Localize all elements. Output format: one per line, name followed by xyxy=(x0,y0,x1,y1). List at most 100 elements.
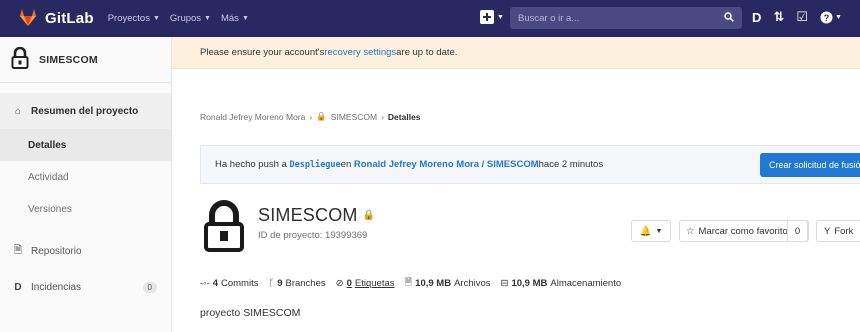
star-count[interactable]: 0 xyxy=(787,220,808,242)
lock-icon: 🔒 xyxy=(362,210,376,221)
project-avatar-lock-icon xyxy=(202,200,246,255)
file-icon: 🗎 xyxy=(404,277,413,288)
commits-label: Commits xyxy=(221,277,259,289)
tag-icon: ⊘ xyxy=(335,277,344,289)
stat-storage[interactable]: ⊟ 10,9 MB Almacenamiento xyxy=(501,278,622,289)
main-content: Please ensure your account's recovery se… xyxy=(172,37,860,332)
fork-icon: Y xyxy=(824,225,831,237)
push-time: hace 2 minutos xyxy=(538,159,604,170)
top-icons: D ⇅ ☑ ? ▼ xyxy=(752,9,842,25)
branches-label: Branches xyxy=(285,277,326,289)
files-label: Archivos xyxy=(454,277,491,289)
sidebar-item-details[interactable]: Detalles xyxy=(0,129,171,161)
chevron-down-icon: ▼ xyxy=(497,13,504,21)
bell-icon: 🔔 xyxy=(639,225,652,237)
stat-branches[interactable]: ᚴ 9 Branches xyxy=(268,278,325,289)
star-label: Marcar como favorito xyxy=(698,225,788,237)
alert-text-before: Please ensure your account's xyxy=(200,47,325,58)
stat-tags[interactable]: ⊘ 0 Etiquetas xyxy=(336,278,395,289)
notification-dropdown[interactable]: 🔔 ▼ xyxy=(631,220,671,242)
project-sidebar: SIMESCOM ⌂ Resumen del proyecto Detalles… xyxy=(0,37,172,332)
breadcrumb-owner[interactable]: Ronald Jefrey Moreno Mora xyxy=(200,112,305,122)
files-size: 10,9 MB xyxy=(415,277,452,289)
nav-more[interactable]: Más ▼ xyxy=(221,13,249,24)
nav-projects[interactable]: Proyectos ▼ xyxy=(108,13,160,24)
recovery-settings-link[interactable]: recovery settings xyxy=(324,47,396,58)
project-title: SIMESCOM 🔒 xyxy=(258,205,375,226)
tags-count: 0 xyxy=(346,277,352,289)
issues-count-badge: 0 xyxy=(142,281,157,293)
merge-request-icon[interactable]: ⇅ xyxy=(773,9,784,25)
search-box[interactable] xyxy=(510,7,742,29)
project-name: SIMESCOM xyxy=(258,205,358,225)
stat-files[interactable]: 🗎 10,9 MB Archivos xyxy=(405,275,491,291)
gitlab-home-link[interactable]: GitLab xyxy=(18,8,94,30)
recovery-settings-alert: Please ensure your account's recovery se… xyxy=(172,37,860,69)
breadcrumb-project[interactable]: SIMESCOM xyxy=(331,112,377,122)
storage-label: Almacenamiento xyxy=(550,277,622,289)
push-middle: en xyxy=(340,159,352,170)
recent-push-banner: Ha hecho push a Despliegue en Ronald Jef… xyxy=(200,145,860,184)
chevron-right-icon: › xyxy=(309,111,313,122)
fork-button[interactable]: Y Fork xyxy=(816,220,860,242)
storage-icon: ⊟ xyxy=(500,277,509,289)
nav-more-label: Más xyxy=(220,13,239,24)
chevron-down-icon: ▼ xyxy=(152,15,160,22)
sidebar-item-label: Resumen del proyecto xyxy=(31,105,139,117)
breadcrumb: Ronald Jefrey Moreno Mora › 🔒 SIMESCOM ›… xyxy=(200,111,421,122)
fork-label: Fork xyxy=(834,225,854,237)
issues-icon: D xyxy=(14,281,22,293)
sidebar-item-repository[interactable]: 🗎 Repositorio xyxy=(0,233,171,269)
sidebar-item-releases[interactable]: Versiones xyxy=(0,193,171,225)
stat-commits[interactable]: -◦- 4 Commits xyxy=(200,278,258,289)
commit-icon: -◦- xyxy=(200,277,210,289)
search-icon xyxy=(724,11,734,25)
brand-name: GitLab xyxy=(45,10,94,27)
lock-icon: 🔒 xyxy=(316,111,327,121)
sidebar-item-label: Repositorio xyxy=(31,245,82,257)
star-button[interactable]: ☆ Marcar como favorito 0 xyxy=(679,220,809,242)
push-branch-name[interactable]: Despliegue xyxy=(289,160,340,170)
breadcrumb-current[interactable]: Detalles xyxy=(388,112,421,122)
push-prefix: Ha hecho push a xyxy=(215,159,287,170)
issues-icon[interactable]: D xyxy=(752,10,761,25)
storage-size: 10,9 MB xyxy=(511,277,548,289)
nav-projects-label: Proyectos xyxy=(107,13,150,24)
chevron-right-icon: › xyxy=(381,111,384,122)
sidebar-item-label: Versiones xyxy=(28,203,72,215)
tags-label: Etiquetas xyxy=(354,277,395,289)
search-input[interactable] xyxy=(518,12,724,24)
sidebar-project-header[interactable]: SIMESCOM xyxy=(0,37,171,83)
nav-groups[interactable]: Grupos ▼ xyxy=(170,13,211,24)
push-project-link[interactable]: Ronald Jefrey Moreno Mora / SIMESCOM xyxy=(354,159,539,170)
chevron-down-icon: ▼ xyxy=(204,15,211,22)
sidebar-item-issues[interactable]: D Incidencias 0 xyxy=(0,269,171,305)
lock-icon xyxy=(11,46,29,72)
branch-icon: ᚴ xyxy=(268,277,275,289)
todo-icon[interactable]: ☑ xyxy=(796,9,808,25)
sidebar-item-label: Detalles xyxy=(28,139,67,151)
gitlab-logo-icon xyxy=(18,8,38,30)
create-merge-request-button[interactable]: Crear solicitud de fusión xyxy=(760,153,860,177)
branches-count: 9 xyxy=(277,277,283,289)
alert-text-after: are up to date. xyxy=(396,47,458,58)
sidebar-item-label: Incidencias xyxy=(31,281,82,293)
top-navbar: GitLab Proyectos▼ Grupos▼ Más▼ ▼ D ⇅ ☑ ?… xyxy=(0,0,860,37)
star-icon: ☆ xyxy=(686,225,695,237)
sidebar-project-name: SIMESCOM xyxy=(39,53,98,66)
plus-icon xyxy=(480,10,494,24)
project-description: proyecto SIMESCOM xyxy=(200,307,301,319)
document-icon: 🗎 xyxy=(13,244,23,256)
help-icon[interactable]: ? ▼ xyxy=(820,11,842,24)
project-id: ID de proyecto: 19399369 xyxy=(258,230,368,241)
nav-groups-label: Grupos xyxy=(169,13,202,24)
chevron-down-icon: ▼ xyxy=(241,15,249,22)
home-icon: ⌂ xyxy=(14,105,22,117)
sidebar-item-activity[interactable]: Actividad xyxy=(0,161,171,193)
sidebar-item-project-overview[interactable]: ⌂ Resumen del proyecto xyxy=(0,93,171,129)
new-item-dropdown[interactable]: ▼ xyxy=(480,10,504,24)
project-stats: -◦- 4 Commits ᚴ 9 Branches ⊘ 0 Etiquetas… xyxy=(200,275,621,291)
svg-text:?: ? xyxy=(824,13,830,23)
chevron-down-icon: ▼ xyxy=(655,227,663,235)
commits-count: 4 xyxy=(212,277,218,289)
